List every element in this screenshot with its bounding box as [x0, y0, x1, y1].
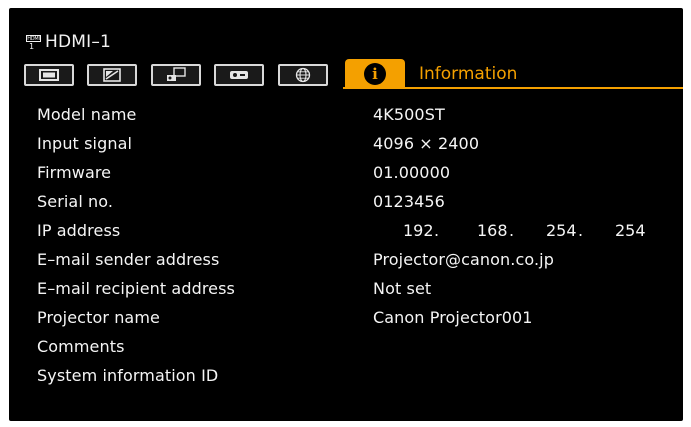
ip-dot: . — [434, 221, 440, 240]
ip-dot: . — [578, 221, 584, 240]
tab-installation[interactable] — [151, 64, 201, 86]
input-source-header: HDMI 1 HDMI–1 — [26, 29, 111, 55]
serial-no-value: 0123456 — [373, 192, 445, 211]
menu-title: Information — [419, 64, 518, 84]
picture-icon — [39, 69, 59, 81]
projector-name-label: Projector name — [37, 308, 160, 327]
ip-octet-2: 168 — [477, 221, 508, 240]
firmware-label: Firmware — [37, 163, 112, 182]
installation-icon — [167, 67, 186, 81]
ip-octet-4: 254 — [615, 221, 646, 240]
image-adjust-icon — [103, 68, 121, 82]
hdmi-badge-text: HDMI — [26, 35, 41, 42]
input-signal-value: 4096 × 2400 — [373, 134, 480, 153]
ip-address-label: IP address — [37, 221, 121, 240]
info-row-model-name: Model name 4K500ST — [37, 104, 677, 133]
tab-image-adjust[interactable] — [87, 64, 137, 86]
info-row-firmware: Firmware 01.00000 — [37, 162, 677, 191]
info-row-email-sender: E–mail sender address Projector@canon.co… — [37, 249, 677, 278]
info-row-email-recipient: E–mail recipient address Not set — [37, 278, 677, 307]
email-sender-value: Projector@canon.co.jp — [373, 250, 554, 269]
menu-tab-strip: i Information — [20, 59, 683, 89]
model-name-label: Model name — [37, 105, 137, 124]
tab-network[interactable] — [278, 64, 328, 86]
info-row-comments: Comments — [37, 336, 677, 365]
projector-name-value: Canon Projector001 — [373, 308, 533, 327]
system-icon — [230, 71, 248, 79]
info-row-system-information-id: System information ID — [37, 365, 677, 394]
info-row-projector-name: Projector name Canon Projector001 — [37, 307, 677, 336]
info-row-ip-address: IP address 192 . 168 . 254 . 254 — [37, 220, 677, 249]
hdmi-icon: HDMI 1 — [26, 34, 41, 51]
network-icon — [295, 67, 311, 83]
firmware-value: 01.00000 — [373, 163, 451, 182]
tab-system[interactable] — [214, 64, 264, 86]
email-recipient-value: Not set — [373, 279, 432, 298]
hdmi-badge-number: 1 — [29, 42, 35, 51]
system-information-id-label: System information ID — [37, 366, 219, 385]
input-source-label: HDMI–1 — [45, 32, 112, 52]
tab-picture[interactable] — [24, 64, 74, 86]
ip-dot: . — [509, 221, 515, 240]
model-name-value: 4K500ST — [373, 105, 445, 124]
ip-octet-1: 192 — [403, 221, 434, 240]
info-row-serial-no: Serial no. 0123456 — [37, 191, 677, 220]
information-icon: i — [364, 63, 386, 85]
info-row-input-signal: Input signal 4096 × 2400 — [37, 133, 677, 162]
tab-information[interactable]: i — [345, 59, 405, 89]
comments-label: Comments — [37, 337, 125, 356]
email-sender-label: E–mail sender address — [37, 250, 220, 269]
input-signal-label: Input signal — [37, 134, 133, 153]
ip-address-value: 192 . 168 . 254 . 254 — [373, 220, 653, 242]
ip-octet-3: 254 — [546, 221, 577, 240]
serial-no-label: Serial no. — [37, 192, 114, 211]
projector-menu-screen: HDMI 1 HDMI–1 i Information Model name 4… — [9, 8, 683, 421]
email-recipient-label: E–mail recipient address — [37, 279, 235, 298]
